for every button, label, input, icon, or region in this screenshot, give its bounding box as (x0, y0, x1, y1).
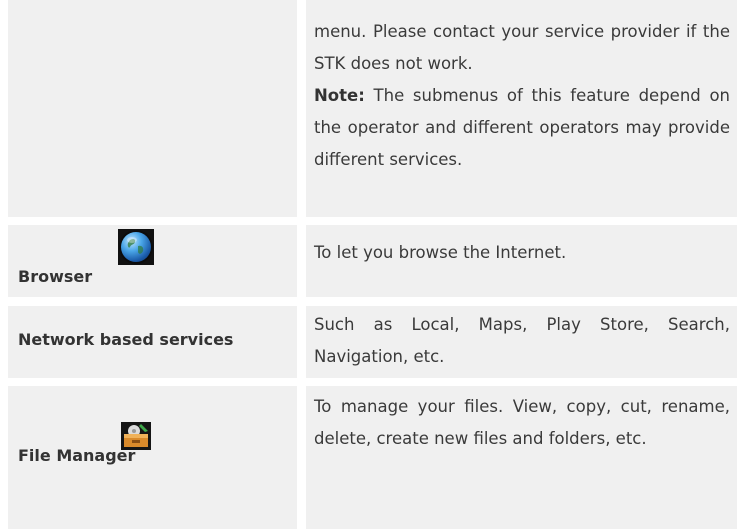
browser-description: To let you browse the Internet. (314, 243, 567, 262)
row-file-manager-label-cell: File Manager (8, 386, 297, 529)
row-browser-description-cell: To let you browse the Internet. (306, 225, 737, 297)
folder-icon (121, 422, 151, 450)
row-1-description-cell: menu. Please contact your service provid… (306, 0, 737, 217)
note-paragraph: Note: The submenus of this feature depen… (314, 80, 730, 176)
network-services-description: Such as Local, Maps, Play Store, Search,… (314, 315, 730, 366)
note-label: Note: (314, 86, 365, 105)
row-browser-label-cell: Browser (8, 225, 297, 297)
file-manager-description: To manage your files. View, copy, cut, r… (314, 397, 730, 448)
browser-label: Browser (18, 267, 93, 286)
row-network-description-cell: Such as Local, Maps, Play Store, Search,… (306, 306, 737, 378)
row-1-label-cell (8, 0, 297, 217)
stk-description-text: menu. Please contact your service provid… (314, 22, 730, 73)
row-file-manager-description-cell: To manage your files. View, copy, cut, r… (306, 386, 737, 529)
note-text: The submenus of this feature depend on t… (314, 86, 730, 169)
row-network-label-cell: Network based services (8, 306, 297, 378)
file-manager-label: File Manager (18, 446, 136, 465)
network-services-label: Network based services (18, 330, 234, 349)
globe-icon (121, 232, 151, 262)
